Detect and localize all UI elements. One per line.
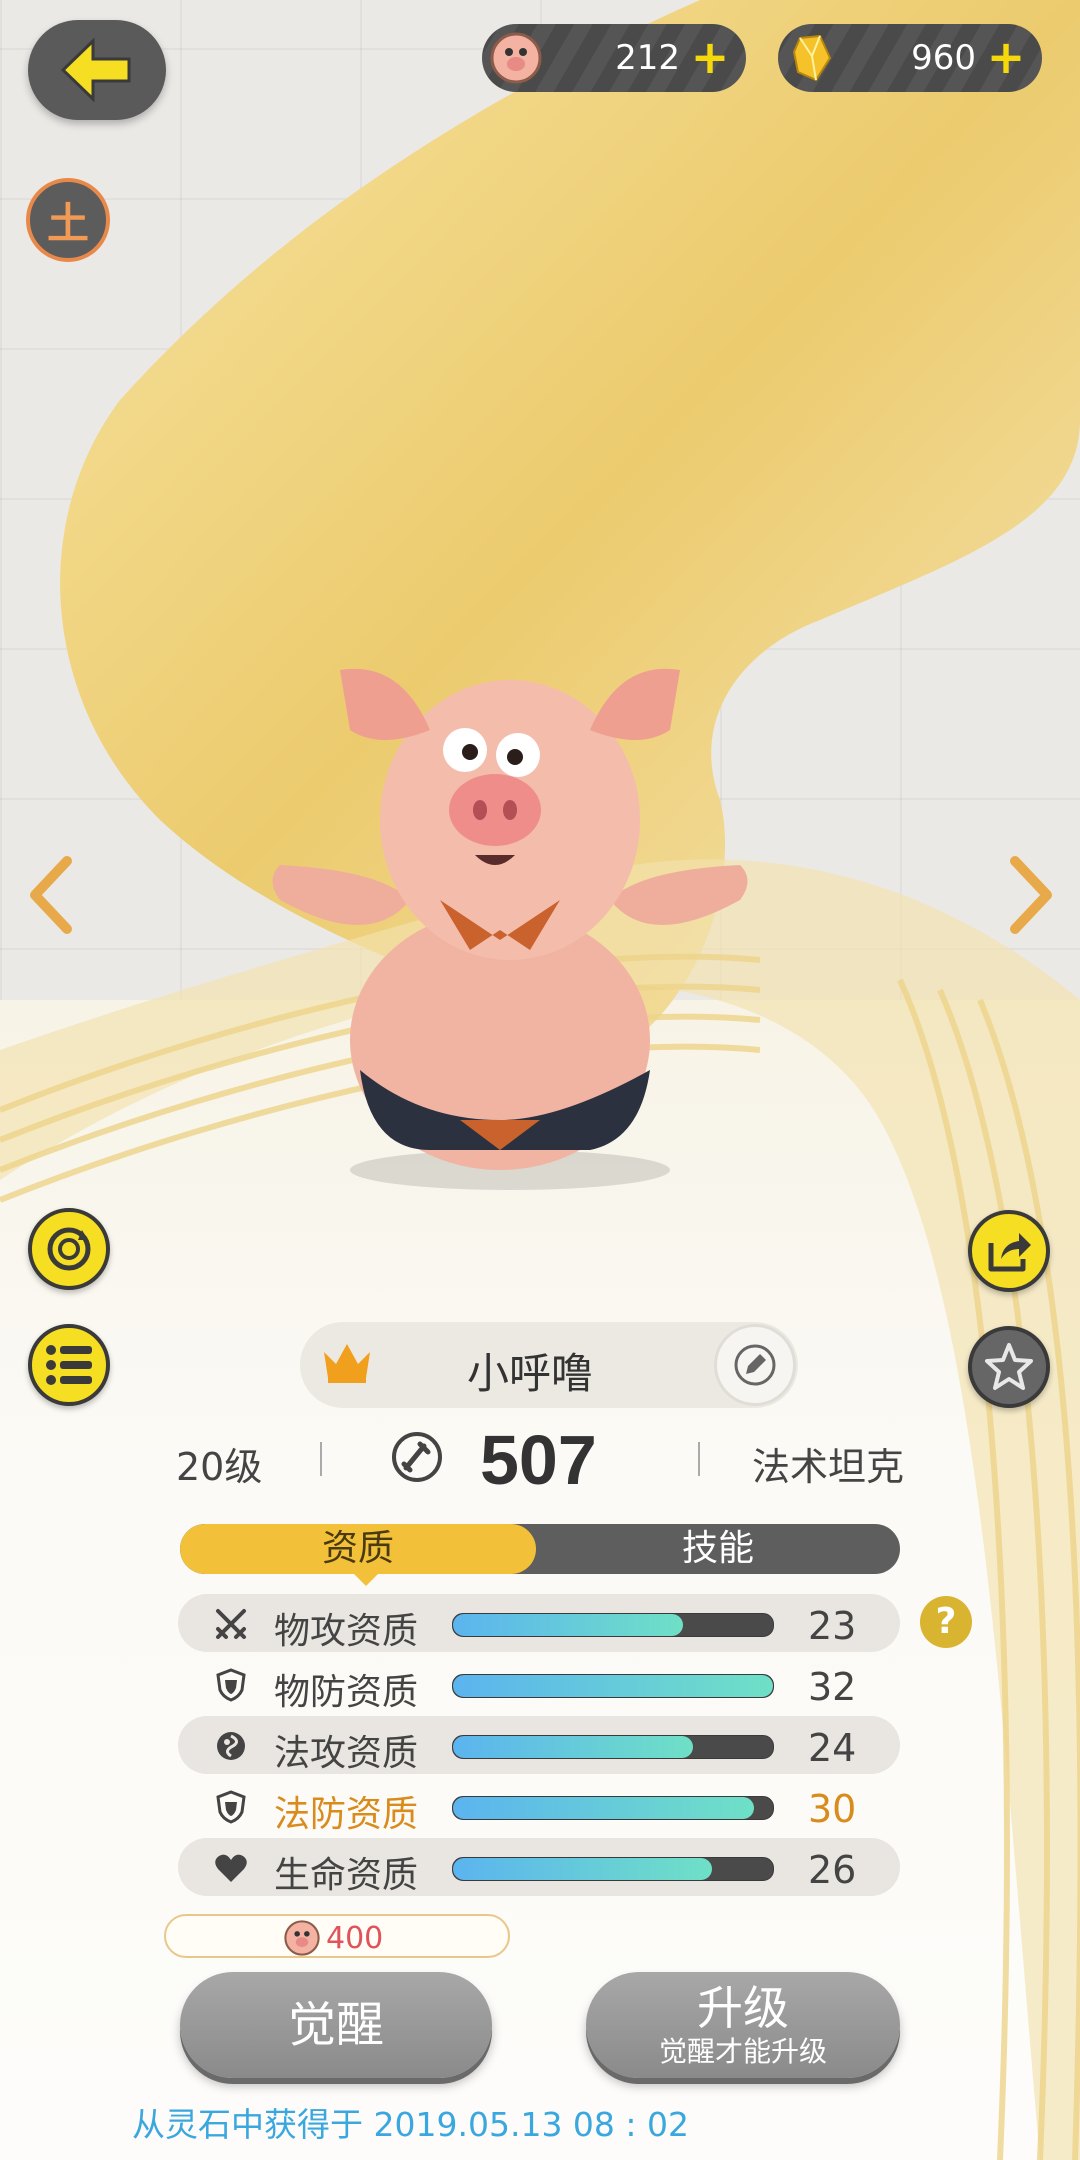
- awaken-button[interactable]: 觉醒: [180, 1972, 492, 2078]
- attr-progress-bar: [452, 1735, 774, 1759]
- chevron-right-icon: [1010, 856, 1052, 934]
- magic-shield-icon: [214, 1790, 248, 1824]
- awaken-button-label: 觉醒: [287, 1997, 384, 2053]
- pet-role: 法术坦克: [752, 1445, 905, 1489]
- add-gold-crystal-button[interactable]: +: [984, 32, 1028, 82]
- separator: [698, 1442, 700, 1476]
- attr-progress-fill: [453, 1797, 754, 1819]
- attr-progress-fill: [453, 1614, 684, 1636]
- shield-icon: [214, 1668, 248, 1702]
- gold-crystal-counter: 960 +: [778, 24, 1042, 92]
- attr-row-health: 生命资质 26: [178, 1838, 900, 1896]
- aptitude-help-button[interactable]: ?: [920, 1596, 972, 1648]
- attr-value: 26: [808, 1848, 857, 1892]
- crossed-swords-icon: [214, 1607, 248, 1641]
- awaken-cost: 400: [164, 1914, 510, 1958]
- upgrade-button-label: 升级: [697, 1981, 789, 2035]
- active-tab-pointer: [352, 1572, 380, 1586]
- edit-pencil-icon: [734, 1344, 776, 1386]
- attr-label: 生命资质: [274, 1855, 419, 1896]
- star-icon: [985, 1343, 1033, 1390]
- top-bar: 212 + 960 +: [0, 0, 1080, 120]
- attr-label: 法攻资质: [274, 1733, 419, 1774]
- obtained-info: 从灵石中获得于 2019.05.13 08 : 02: [132, 2105, 690, 2144]
- attr-row-magic-defense: 法防资质 30: [178, 1777, 900, 1835]
- pig-coin-value: 212: [615, 38, 680, 78]
- rotate-cycle-icon: [47, 1227, 91, 1271]
- attr-value: 24: [808, 1726, 857, 1770]
- share-icon: [988, 1233, 1031, 1272]
- attr-label: 物攻资质: [274, 1611, 419, 1652]
- attr-value: 23: [808, 1604, 857, 1648]
- pet-name: 小呼噜: [466, 1349, 593, 1398]
- pet-level: 20级: [176, 1445, 263, 1489]
- chevron-left-icon: [30, 856, 72, 934]
- element-earth-badge[interactable]: 土: [26, 178, 110, 262]
- attr-progress-fill: [453, 1858, 713, 1880]
- switch-pet-button[interactable]: [28, 1208, 110, 1290]
- attr-row-physical-defense: 物防资质 32: [178, 1655, 900, 1713]
- rename-button[interactable]: [714, 1324, 796, 1406]
- aptitude-list: 物攻资质 23 物防资质 32 法攻资质 24 法防资质 30 生命资质 26: [178, 1594, 900, 1899]
- pig-coin-icon: [284, 1920, 320, 1956]
- upgrade-requirement-note: 觉醒才能升级: [658, 2035, 827, 2068]
- attr-progress-bar: [452, 1857, 774, 1881]
- awaken-cost-value: 400: [326, 1921, 384, 1956]
- separator: [320, 1442, 322, 1476]
- back-arrow-icon: [60, 37, 131, 103]
- heart-icon: [214, 1851, 248, 1885]
- list-icon: [46, 1345, 92, 1385]
- attr-label: 法防资质: [274, 1794, 419, 1835]
- attr-value: 30: [808, 1787, 857, 1831]
- attr-progress-bar: [452, 1674, 774, 1698]
- pig-character-model: [272, 668, 748, 1190]
- gold-crystal-icon: [784, 30, 840, 86]
- list-menu-button[interactable]: [28, 1324, 110, 1406]
- pig-coin-icon: [488, 30, 544, 86]
- favorite-button[interactable]: [968, 1326, 1050, 1408]
- attr-progress-fill: [453, 1736, 693, 1758]
- pet-summary-row: 20级 507 法术坦克: [0, 1420, 1080, 1500]
- gold-crystal-value: 960: [911, 38, 976, 78]
- add-pig-coin-button[interactable]: +: [688, 32, 732, 82]
- attr-row-physical-attack: 物攻资质 23: [178, 1594, 900, 1652]
- element-badge-label: 土: [46, 198, 89, 248]
- back-button[interactable]: [28, 20, 166, 120]
- attr-progress-bar: [452, 1796, 774, 1820]
- combat-power-value: 507: [480, 1421, 597, 1499]
- tab-skills[interactable]: 技能: [536, 1524, 900, 1574]
- detail-tabs: 技能 资质: [180, 1524, 900, 1574]
- tab-aptitude[interactable]: 资质: [180, 1524, 536, 1574]
- attr-row-magic-attack: 法攻资质 24: [178, 1716, 900, 1774]
- attr-progress-fill: [453, 1675, 773, 1697]
- upgrade-button[interactable]: 升级 觉醒才能升级: [586, 1972, 900, 2078]
- next-pet-button[interactable]: [1000, 850, 1060, 940]
- pig-coin-counter: 212 +: [482, 24, 746, 92]
- combat-power-icon: [392, 1432, 442, 1482]
- share-button[interactable]: [968, 1210, 1050, 1292]
- attr-value: 32: [808, 1665, 857, 1709]
- magic-orb-icon: [214, 1729, 248, 1763]
- attr-progress-bar: [452, 1613, 774, 1637]
- previous-pet-button[interactable]: [22, 850, 82, 940]
- attr-label: 物防资质: [274, 1672, 419, 1713]
- pet-name-bar: 小呼噜: [300, 1322, 798, 1408]
